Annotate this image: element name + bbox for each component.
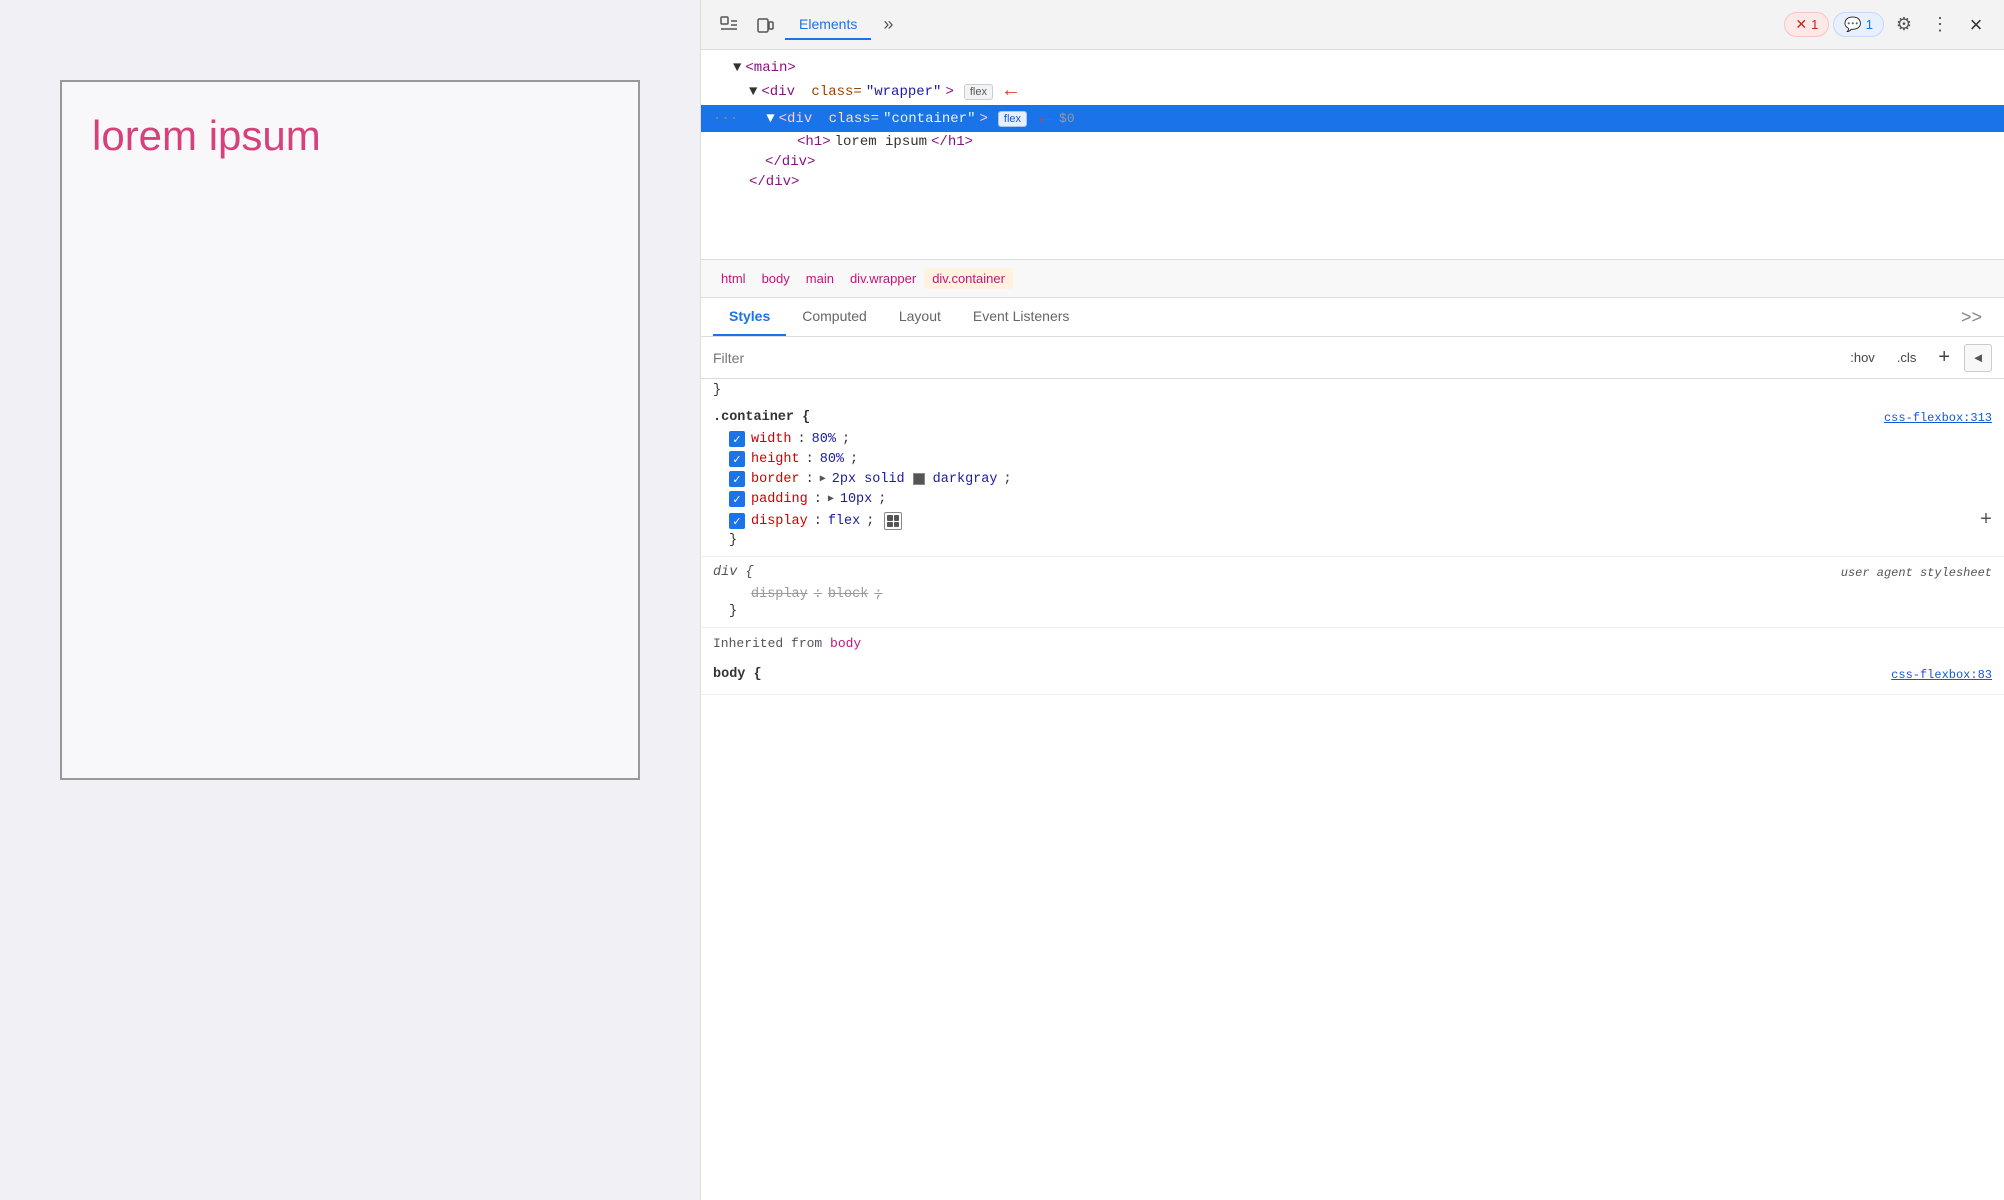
more-tabs-icon[interactable]: » xyxy=(875,10,901,39)
arrow-container: ← xyxy=(1039,107,1051,130)
ua-no-checkbox xyxy=(729,586,745,602)
dom-line-close1[interactable]: </div> xyxy=(701,152,2004,172)
hov-button[interactable]: :hov xyxy=(1842,347,1883,368)
inherited-from-header: Inherited from body xyxy=(701,628,2004,659)
dom-line-wrapper[interactable]: ▼ <div class= "wrapper" > flex ← xyxy=(701,78,2004,105)
close-devtools-button[interactable]: × xyxy=(1960,9,1992,41)
css-source-body[interactable]: css-flexbox:83 xyxy=(1891,668,1992,682)
tab-layout[interactable]: Layout xyxy=(883,298,957,336)
bc-divcontainer[interactable]: div.container xyxy=(924,268,1013,289)
flex-badge-container[interactable]: flex xyxy=(998,111,1027,127)
css-source-container[interactable]: css-flexbox:313 xyxy=(1884,411,1992,425)
bc-divwrapper[interactable]: div.wrapper xyxy=(842,268,924,289)
dom-line-close2[interactable]: </div> xyxy=(701,172,2004,192)
error-badge[interactable]: ✕ 1 xyxy=(1784,12,1829,37)
webpage-preview: lorem ipsum xyxy=(0,0,700,1200)
ua-close-brace: } xyxy=(713,604,1992,619)
css-section-header-ua: div { user agent stylesheet xyxy=(713,565,1992,580)
filter-bar: :hov .cls + ◄ xyxy=(701,337,2004,379)
add-property-button[interactable]: + xyxy=(1980,511,1992,531)
toggle-panel-button[interactable]: ◄ xyxy=(1964,344,1992,372)
lorem-text: lorem ipsum xyxy=(72,92,341,768)
css-selector-div[interactable]: div { xyxy=(713,565,754,580)
info-count: 1 xyxy=(1866,17,1873,32)
checkbox-display[interactable] xyxy=(729,513,745,529)
info-icon: 💬 xyxy=(1844,16,1861,33)
dom-tree: ▼ <main> ▼ <div class= "wrapper" > flex … xyxy=(701,50,2004,260)
inherited-from-body[interactable]: body xyxy=(830,636,861,651)
dom-line-container[interactable]: ··· ▼ <div class= "container" > flex ← $… xyxy=(701,105,2004,132)
css-section-container: .container { css-flexbox:313 width : 80%… xyxy=(701,402,2004,557)
css-section-header-body: body { css-flexbox:83 xyxy=(713,667,1992,682)
container-box: lorem ipsum xyxy=(60,80,640,780)
styles-content: } .container { css-flexbox:313 width : 8… xyxy=(701,379,2004,1200)
arrow-wrapper: ← xyxy=(1005,80,1017,103)
css-selector-body[interactable]: body { xyxy=(713,667,762,682)
css-rule-padding: padding : ▶ 10px ; xyxy=(713,489,1992,509)
devtools-panel: Elements » ✕ 1 💬 1 ⚙ ⋮ × ▼ <main> ▼ <div xyxy=(700,0,2004,1200)
breadcrumb: html body main div.wrapper div.container xyxy=(701,260,2004,298)
tab-elements[interactable]: Elements xyxy=(785,10,871,40)
dom-line-h1[interactable]: <h1> lorem ipsum </h1> xyxy=(701,132,2004,152)
tab-computed[interactable]: Computed xyxy=(786,298,883,336)
tab-styles[interactable]: Styles xyxy=(713,298,786,336)
settings-button[interactable]: ⚙ xyxy=(1888,9,1920,41)
add-rule-button[interactable]: + xyxy=(1930,343,1958,372)
css-selector-container[interactable]: .container { xyxy=(713,410,810,425)
bc-main[interactable]: main xyxy=(798,268,842,289)
bc-body[interactable]: body xyxy=(754,268,798,289)
padding-triangle[interactable]: ▶ xyxy=(828,493,834,505)
info-badge[interactable]: 💬 1 xyxy=(1833,12,1884,37)
bc-html[interactable]: html xyxy=(713,268,754,289)
dom-line-main[interactable]: ▼ <main> xyxy=(701,58,2004,78)
css-section-ua: div { user agent stylesheet display : bl… xyxy=(701,557,2004,628)
color-swatch-darkgray[interactable] xyxy=(913,473,925,485)
filter-actions: :hov .cls + ◄ xyxy=(1842,343,1992,372)
tab-event-listeners[interactable]: Event Listeners xyxy=(957,298,1086,336)
more-options-icon[interactable]: ⋮ xyxy=(1924,9,1956,41)
checkbox-padding[interactable] xyxy=(729,491,745,507)
checkbox-height[interactable] xyxy=(729,451,745,467)
ua-label: user agent stylesheet xyxy=(1841,566,1992,580)
error-icon: ✕ xyxy=(1795,16,1807,33)
css-section-body: body { css-flexbox:83 xyxy=(701,659,2004,695)
css-rule-display: display : flex ; + xyxy=(713,509,1992,533)
css-rule-ua-display: display : block ; xyxy=(713,584,1992,604)
flex-badge-wrapper[interactable]: flex xyxy=(964,84,993,100)
flex-layout-icon[interactable] xyxy=(884,512,902,530)
checkbox-border[interactable] xyxy=(729,471,745,487)
css-rule-border: border : ▶ 2px solid darkgray ; xyxy=(713,469,1992,489)
error-count: 1 xyxy=(1811,17,1818,32)
cls-button[interactable]: .cls xyxy=(1889,347,1925,368)
devtools-tabs: Elements » xyxy=(785,10,1780,40)
border-triangle[interactable]: ▶ xyxy=(820,473,826,485)
inspect-icon[interactable] xyxy=(713,9,745,41)
devtools-header: Elements » ✕ 1 💬 1 ⚙ ⋮ × xyxy=(701,0,2004,50)
filter-input[interactable] xyxy=(713,350,1834,366)
checkbox-width[interactable] xyxy=(729,431,745,447)
css-section-header-container: .container { css-flexbox:313 xyxy=(713,410,1992,425)
css-rule-height: height : 80% ; xyxy=(713,449,1992,469)
device-toggle-icon[interactable] xyxy=(749,9,781,41)
style-tabs: Styles Computed Layout Event Listeners >… xyxy=(701,298,2004,337)
section-partial-top: } xyxy=(701,379,2004,402)
css-rule-width: width : 80% ; xyxy=(713,429,1992,449)
more-style-tabs-icon[interactable]: >> xyxy=(1951,301,1992,334)
container-close-brace: } xyxy=(713,533,1992,548)
